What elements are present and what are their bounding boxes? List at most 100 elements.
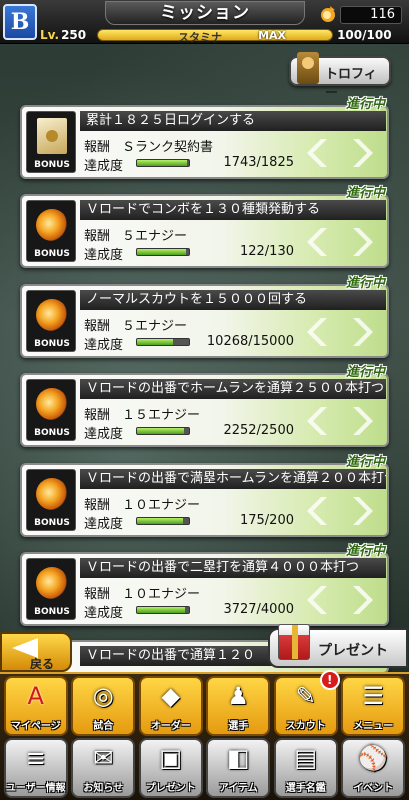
energy-reward-icon: BONUS	[26, 379, 76, 441]
present-label: プレゼント	[318, 643, 388, 659]
mission-title: 累計１８２５日ログインする	[80, 111, 386, 131]
progress-key: 達成度	[84, 427, 124, 442]
progress-key: 達成度	[84, 159, 124, 174]
stadium-icon: ◎	[92, 682, 114, 710]
mission-status: 進行中	[345, 186, 385, 201]
notice-icon: ✉	[93, 744, 114, 772]
progress-bar	[136, 159, 190, 167]
reward-value: ５エナジー	[122, 229, 188, 244]
mission-status: 進行中	[345, 97, 385, 112]
mission-reward: 報酬 １０エナジー	[84, 494, 200, 513]
progress-bar	[136, 248, 190, 256]
back-button[interactable]: 戻る	[0, 632, 72, 672]
stamina-bar: スタミナ MAX	[97, 29, 334, 44]
nav-player-book[interactable]: ▤ 選手名鑑	[273, 738, 338, 798]
mission-title: Ｖロードでコンボを１３０種類発動する	[80, 200, 386, 220]
nav-order[interactable]: ◆ オーダー	[138, 676, 203, 736]
level-stamina-row: Lv. 250 スタミナ MAX 100/100	[40, 27, 406, 44]
bonus-label: BONUS	[34, 518, 70, 528]
nav-item[interactable]: ◧ アイテム	[206, 738, 271, 798]
mission-reward: 報酬 Ｓランク契約書	[84, 136, 213, 155]
reward-key: 報酬	[84, 229, 111, 244]
nav-present[interactable]: ▣ プレゼント	[138, 738, 203, 798]
mission-title: ノーマルスカウトを１５０００回する	[80, 290, 386, 310]
back-label: 戻る	[30, 657, 55, 671]
energy-reward-icon: BONUS	[26, 558, 76, 620]
progress-key: 達成度	[84, 517, 124, 532]
progress-value: 122/130	[239, 244, 294, 259]
nav-label: マイページ	[10, 721, 61, 732]
present-button[interactable]: プレゼント	[268, 624, 408, 668]
bonus-label: BONUS	[34, 339, 70, 349]
reward-value: １０エナジー	[122, 498, 201, 513]
trophy-icon	[297, 52, 319, 84]
chevron-right-icon	[307, 318, 373, 346]
mission-title: Ｖロードの出番で二塁打を通算４０００本打つ	[80, 558, 386, 578]
reward-key: 報酬	[84, 319, 111, 334]
level-value: 250	[61, 28, 87, 42]
nav-row-main: A マイページ ◎ 試合 ◆ オーダー ♟ 選手 ✎ スカウト ! ☰ メニュー	[0, 670, 409, 738]
mission-card[interactable]: 進行中 BONUS Ｖロードの出番で満塁ホームランを通算２００本打つ 報酬 １０エ…	[20, 455, 389, 537]
mission-title: Ｖロードの出番で満塁ホームランを通算２００本打つ	[80, 469, 386, 489]
nav-player[interactable]: ♟ 選手	[206, 676, 271, 736]
mission-card[interactable]: 進行中 BONUS ノーマルスカウトを１５０００回する 報酬 ５エナジー 達成度 1…	[20, 276, 389, 358]
nav-label: 試合	[93, 721, 114, 732]
mission-status: 進行中	[345, 365, 385, 380]
chevron-right-icon	[307, 586, 373, 614]
book-icon: ▤	[294, 744, 318, 772]
user-info-icon: ≡	[25, 744, 46, 772]
chevron-right-icon	[307, 228, 373, 256]
nav-label: アイテム	[218, 783, 258, 794]
mypage-icon: A	[27, 682, 44, 710]
progress-value: 175/200	[239, 513, 294, 528]
trophy-button[interactable]: トロフィー	[289, 52, 391, 101]
menu-icon: ☰	[362, 682, 384, 710]
stamina-max-label: MAX	[258, 29, 287, 42]
progress-bar	[136, 427, 190, 435]
nav-notice[interactable]: ✉ お知らせ	[71, 738, 136, 798]
reward-value: Ｓランク契約書	[122, 140, 214, 155]
mission-title: Ｖロードの出番でホームランを通算２５００本打つ	[80, 379, 386, 399]
nav-menu[interactable]: ☰ メニュー	[341, 676, 406, 736]
mission-title: Ｖロードの出番で通算１２０	[80, 646, 290, 666]
reward-key: 報酬	[84, 408, 111, 423]
nav-scout[interactable]: ✎ スカウト !	[273, 670, 340, 736]
mission-progress: 達成度 122/130	[84, 244, 294, 263]
mission-reward: 報酬 １０エナジー	[84, 583, 200, 602]
reward-value: １５エナジー	[122, 408, 201, 423]
nav-event[interactable]: ⚾ イベント	[341, 738, 406, 798]
stamina-label: スタミナ	[178, 31, 223, 44]
top-bar: B ミッション 116 Lv. 250 スタミナ MAX 100/100	[0, 0, 409, 44]
mission-card[interactable]: 進行中 BONUS Ｖロードの出番で二塁打を通算４０００本打つ 報酬 １０エナジー…	[20, 544, 389, 626]
mission-card[interactable]: 進行中 BONUS Ｖロードでコンボを１３０種類発動する 報酬 ５エナジー 達成度…	[20, 186, 389, 268]
nav-label: オーダー	[150, 721, 191, 732]
mission-reward: 報酬 ５エナジー	[84, 225, 187, 244]
progress-bar	[136, 606, 190, 614]
bonus-label: BONUS	[34, 249, 70, 259]
bonus-label: BONUS	[34, 160, 70, 170]
level-label: Lv.	[40, 28, 60, 42]
mission-progress: 達成度 3727/4000	[84, 602, 294, 621]
flame-icon	[321, 6, 335, 22]
item-icon: ◧	[226, 744, 250, 772]
mission-card[interactable]: 進行中 BONUS 累計１８２５日ログインする 報酬 Ｓランク契約書 達成度 174…	[20, 97, 389, 179]
progress-key: 達成度	[84, 338, 124, 353]
mission-status: 進行中	[345, 544, 385, 559]
progress-bar	[136, 517, 190, 525]
nav-row-sub: ≡ ユーザー情報 ✉ お知らせ ▣ プレゼント ◧ アイテム ▤ 選手名鑑 ⚾ …	[0, 738, 409, 800]
mission-card[interactable]: 進行中 BONUS Ｖロードの出番でホームランを通算２５００本打つ 報酬 １５エナ…	[20, 365, 389, 447]
mission-progress: 達成度 10268/15000	[84, 334, 294, 353]
nav-label: スカウト	[285, 721, 326, 732]
progress-value: 3727/4000	[223, 602, 294, 617]
nav-label: ユーザー情報	[5, 783, 66, 794]
reward-key: 報酬	[84, 498, 111, 513]
nav-game[interactable]: ◎ 試合	[71, 676, 136, 736]
nav-user-info[interactable]: ≡ ユーザー情報	[3, 738, 68, 798]
nav-mypage[interactable]: A マイページ	[3, 676, 68, 736]
player-icon: ♟	[227, 682, 249, 710]
reward-value: ５エナジー	[122, 319, 188, 334]
chevron-right-icon	[307, 407, 373, 435]
progress-bar	[136, 338, 190, 346]
progress-key: 達成度	[84, 248, 124, 263]
chevron-right-icon	[307, 139, 373, 167]
